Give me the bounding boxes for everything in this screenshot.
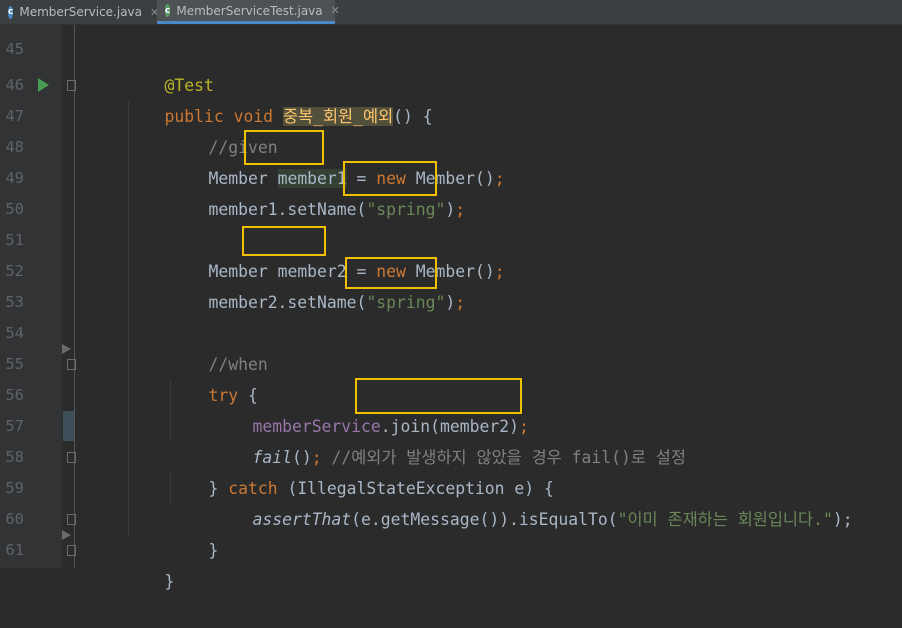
code-line-56: memberService.join(member2); [213, 380, 528, 436]
semicolon: ; [494, 169, 505, 188]
string-literal: "이미 존재하는 회원입니다." [617, 510, 833, 529]
line-number: 58 [5, 448, 24, 466]
fold-icon[interactable] [67, 80, 76, 91]
code-line-47: //given [169, 101, 277, 157]
line-number: 52 [5, 262, 24, 280]
line-number: 60 [5, 510, 24, 528]
class-icon: c [8, 5, 14, 19]
method-name: 중복_회원_예외 [282, 107, 394, 126]
line-number: 61 [5, 541, 24, 559]
caret-line-marker [63, 411, 74, 441]
line-number: 59 [5, 479, 24, 497]
fold-icon[interactable] [67, 359, 76, 370]
code-line-55: try { [169, 349, 257, 405]
code-line-58: } catch (IllegalStateException e) { [169, 442, 553, 498]
code-line-46: public void 중복_회원_예외() { [125, 70, 433, 126]
tab-member-service[interactable]: c MemberService.java ✕ [0, 0, 159, 24]
tab-member-service-test[interactable]: c MemberServiceTest.java ✕ [157, 0, 340, 24]
string-literal: "spring" [366, 293, 446, 312]
code-text: member2.setName( [208, 293, 367, 312]
line-number: 55 [5, 355, 24, 373]
code-text: member1.setName( [208, 200, 367, 219]
code-line-49: member1.setName("spring"); [169, 163, 465, 219]
editor-tab-bar: c MemberService.java ✕ c MemberServiceTe… [0, 0, 902, 25]
code-text: () { [393, 107, 433, 126]
line-number: 53 [5, 293, 24, 311]
code-text: (e.getMessage()).isEqualTo( [351, 510, 618, 529]
code-line-57: fail(); //예외가 발생하지 않았을 경우 fail()로 설정 [213, 411, 685, 467]
string-literal: "spring" [366, 200, 446, 219]
semicolon: ; [455, 200, 466, 219]
gutter-separator [74, 25, 75, 568]
code-line-54: //when [169, 318, 267, 374]
test-class-icon: c [165, 4, 171, 17]
run-test-icon[interactable] [38, 78, 49, 92]
line-number: 46 [5, 76, 24, 94]
line-number: 50 [5, 200, 24, 218]
code-line-45: @Test [125, 39, 213, 95]
code-line-61: } [125, 535, 174, 591]
line-number: 56 [5, 386, 24, 404]
breakpoint-hint-icon [62, 344, 71, 354]
code-line-60: } [169, 504, 218, 560]
code-line-48: Member member1 = new Member(); [169, 132, 505, 188]
line-number: 45 [5, 40, 24, 58]
fold-icon[interactable] [67, 545, 76, 556]
close-icon[interactable]: ✕ [331, 4, 340, 17]
line-number: 47 [5, 107, 24, 125]
line-number: 48 [5, 138, 24, 156]
tab-label: MemberServiceTest.java [176, 3, 323, 18]
code-line-59: assertThat(e.getMessage()).isEqualTo("이미… [213, 473, 852, 529]
code-line-51: Member member2 = new Member(); [169, 225, 504, 281]
code-text: ); [832, 510, 853, 529]
indent-guide [128, 101, 129, 536]
fold-icon[interactable] [67, 452, 76, 463]
code-text: } [164, 572, 175, 591]
line-number: 54 [5, 324, 24, 342]
line-number: 57 [5, 417, 24, 435]
tab-label: MemberService.java [19, 5, 143, 19]
code-line-52: member2.setName("spring"); [169, 256, 465, 312]
code-text: ) [445, 293, 456, 312]
code-text: ) [445, 200, 456, 219]
breakpoint-hint-icon [62, 530, 71, 540]
line-number: 49 [5, 169, 24, 187]
semicolon: ; [455, 293, 466, 312]
code-text: } [208, 541, 219, 560]
semicolon: ; [494, 262, 505, 281]
line-number: 51 [5, 231, 24, 249]
static-method: assertThat [252, 510, 352, 529]
fold-icon[interactable] [67, 514, 76, 525]
